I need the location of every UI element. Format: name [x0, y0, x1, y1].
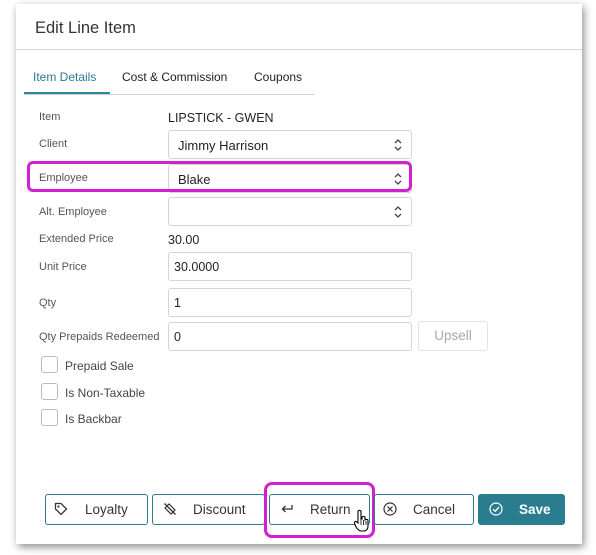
close-circle-icon: [383, 502, 397, 516]
qty-input[interactable]: 1: [168, 288, 412, 317]
dialog-title: Edit Line Item: [35, 19, 136, 37]
unit-price-input-value: 30.0000: [174, 260, 220, 274]
discount-button-label: Discount: [193, 502, 246, 517]
loyalty-button-label: Loyalty: [85, 502, 128, 517]
item-label: Item: [39, 111, 61, 123]
tab-coupons[interactable]: Coupons: [254, 70, 302, 84]
cancel-button-label: Cancel: [413, 502, 456, 517]
qty-prepaids-input-value: 0: [174, 330, 181, 344]
chevron-up-down-icon: [394, 139, 402, 151]
tag-icon: [54, 502, 68, 516]
alt-employee-select[interactable]: [168, 197, 412, 226]
loyalty-button[interactable]: Loyalty: [45, 494, 148, 525]
qty-input-value: 1: [174, 296, 181, 310]
unit-price-label: Unit Price: [39, 261, 87, 273]
tab-bar: Item Details Cost & Commission Coupons: [24, 66, 314, 95]
save-button[interactable]: Save: [478, 494, 565, 525]
qty-prepaids-input[interactable]: 0: [168, 322, 412, 351]
non-taxable-checkbox[interactable]: [41, 383, 58, 400]
discount-button[interactable]: Discount: [152, 494, 265, 525]
tab-item-details[interactable]: Item Details: [33, 70, 96, 84]
cancel-button[interactable]: Cancel: [374, 494, 474, 525]
discount-tag-off-icon: [164, 503, 176, 515]
client-label: Client: [39, 138, 68, 150]
tab-cost-commission[interactable]: Cost & Commission: [122, 70, 227, 84]
save-button-label: Save: [519, 502, 551, 517]
alt-employee-label: Alt. Employee: [39, 206, 107, 218]
upsell-button[interactable]: Upsell: [418, 321, 488, 351]
client-select[interactable]: Jimmy Harrison: [168, 130, 412, 159]
backbar-checkbox[interactable]: [41, 409, 58, 426]
chevron-up-down-icon: [394, 206, 402, 218]
prepaid-sale-checkbox[interactable]: [41, 356, 58, 373]
check-circle-icon: [489, 502, 503, 516]
qty-prepaids-label: Qty Prepaids Redeemed: [39, 331, 160, 343]
extended-price-label: Extended Price: [39, 233, 114, 245]
client-select-value: Jimmy Harrison: [178, 138, 269, 153]
non-taxable-label: Is Non-Taxable: [65, 386, 146, 400]
item-value: LIPSTICK - GWEN: [168, 111, 274, 125]
backbar-label: Is Backbar: [65, 412, 122, 426]
hand-pointer-cursor-icon: [353, 509, 369, 532]
edit-line-item-dialog: Edit Line Item Item Details Cost & Commi…: [16, 4, 582, 544]
extended-price-value: 30.00: [168, 233, 200, 247]
dialog-header: Edit Line Item: [16, 4, 582, 50]
prepaid-sale-label: Prepaid Sale: [65, 359, 134, 373]
unit-price-input[interactable]: 30.0000: [168, 252, 412, 281]
employee-highlight: [27, 161, 412, 192]
active-tab-indicator: [24, 92, 110, 94]
qty-label: Qty: [39, 297, 57, 309]
